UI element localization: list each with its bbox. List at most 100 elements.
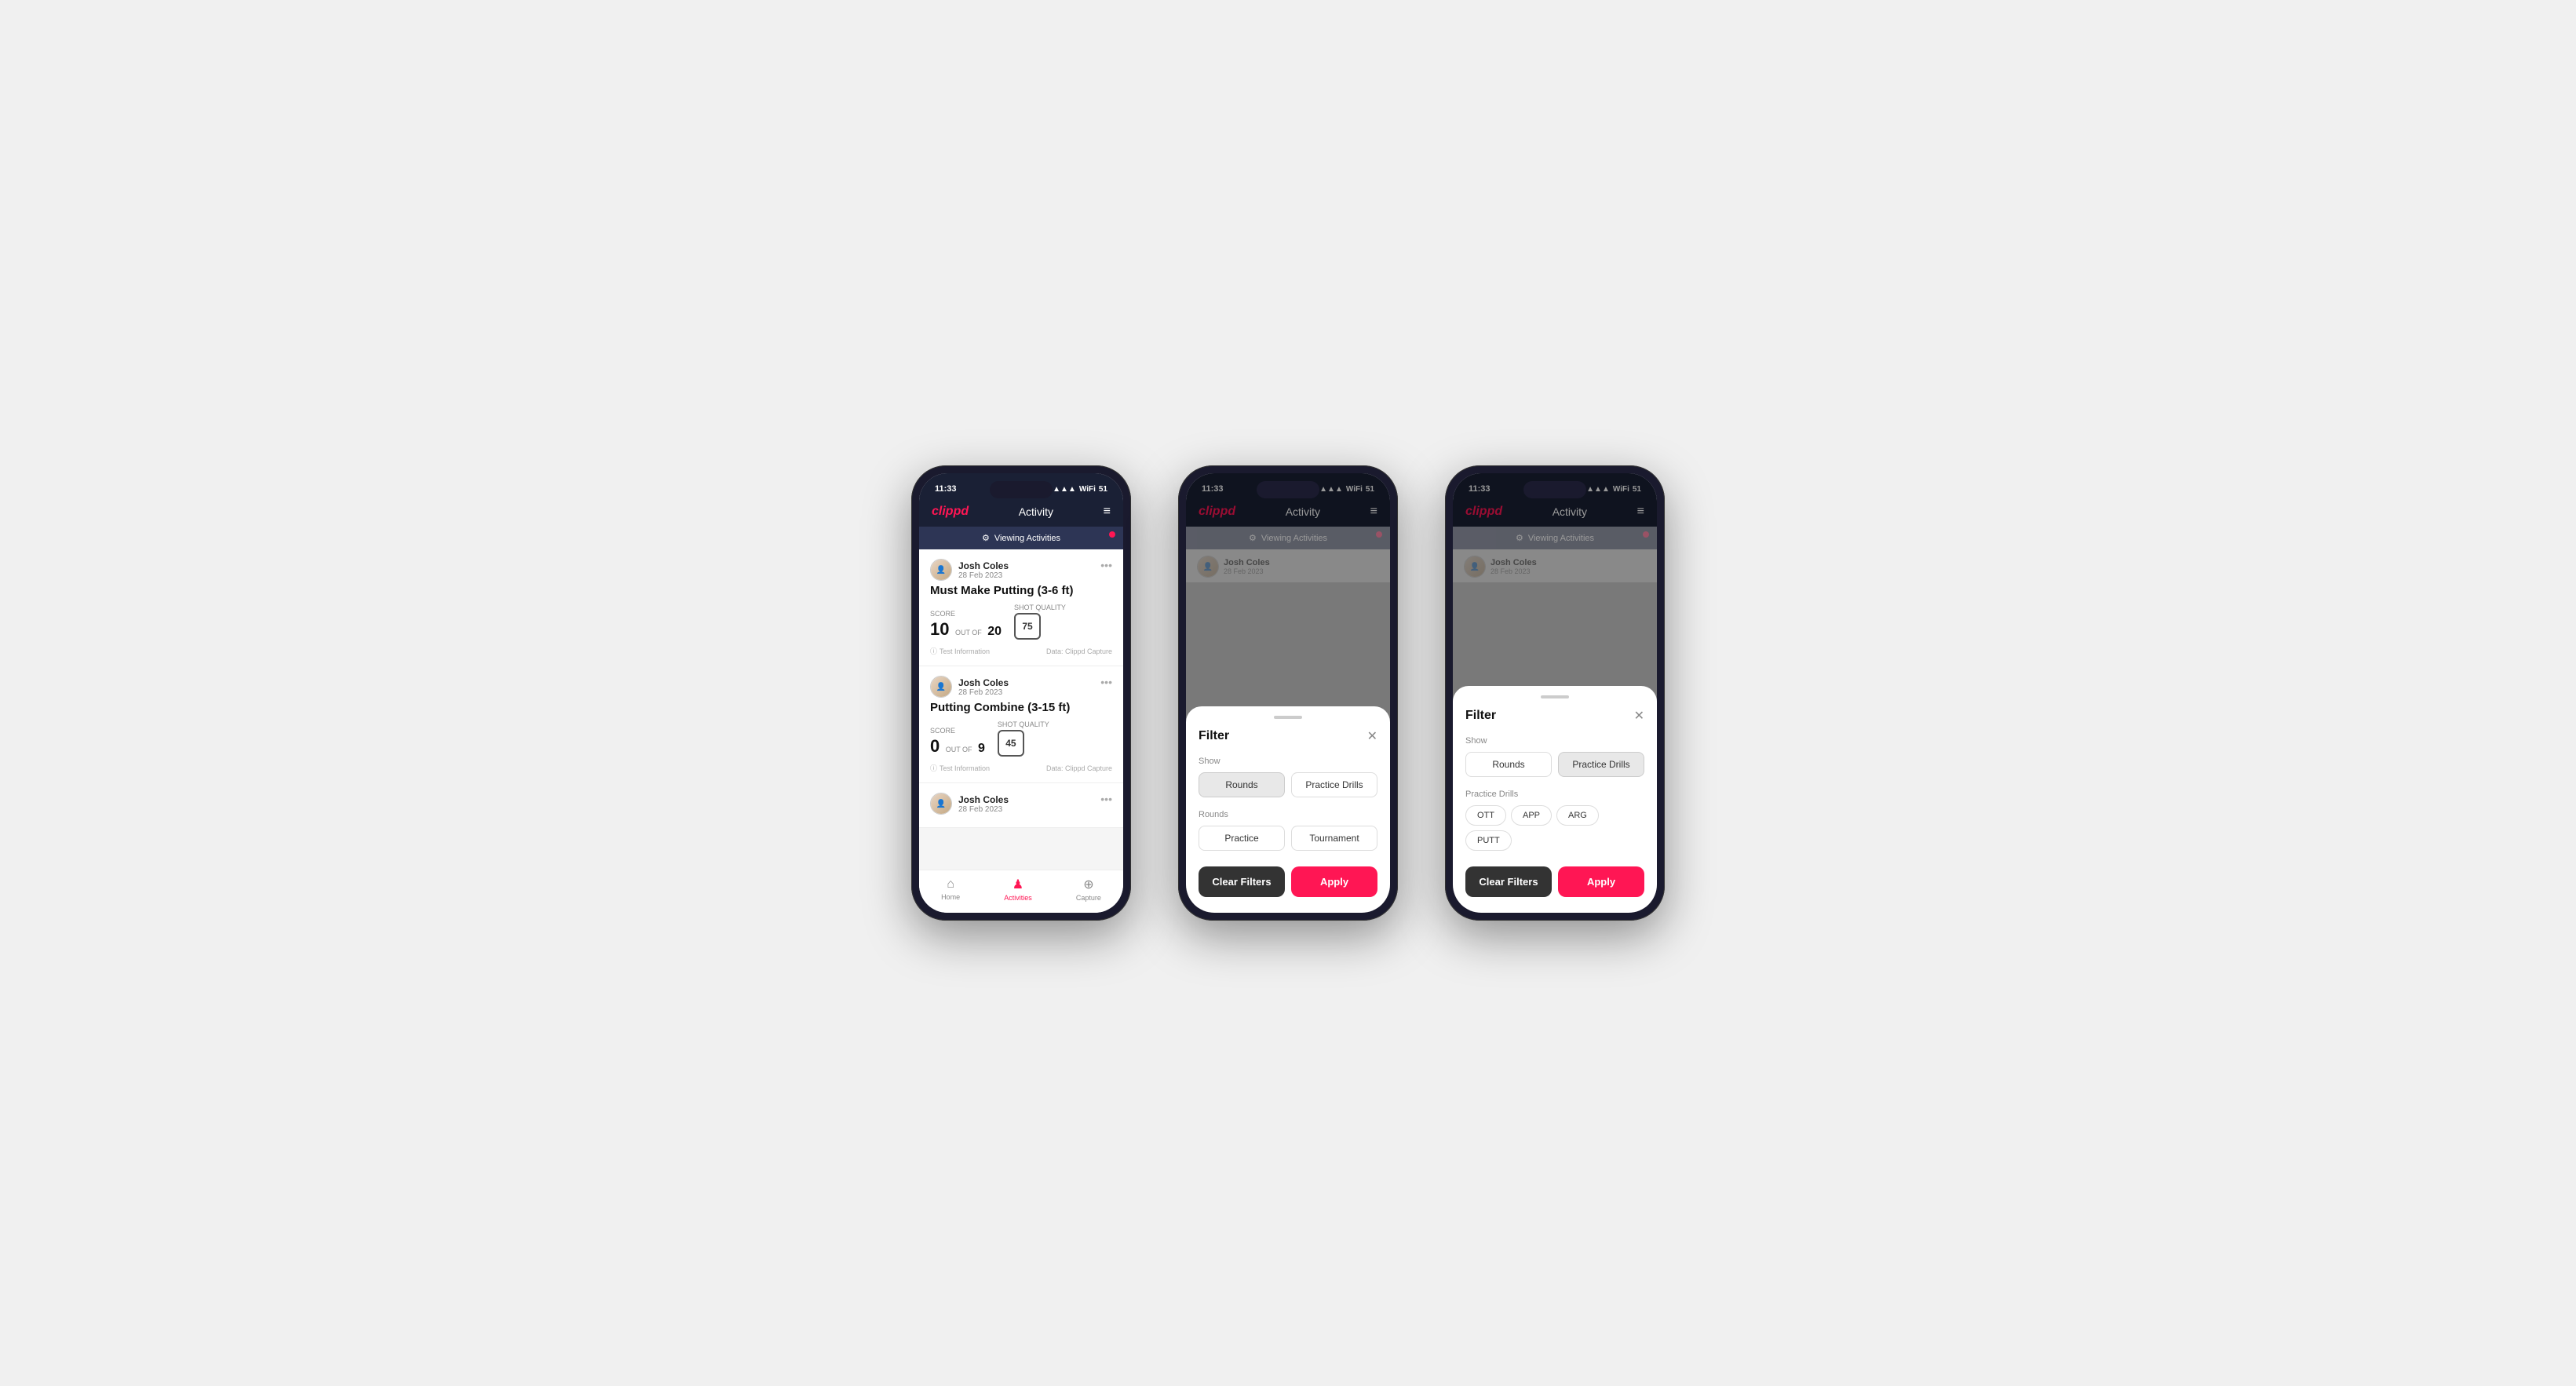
filter-actions-2: Clear Filters Apply xyxy=(1199,866,1377,897)
quality-label-2: Shot Quality xyxy=(998,720,1049,728)
practice-drills-btn-3[interactable]: Practice Drills xyxy=(1558,752,1644,777)
dynamic-island xyxy=(990,481,1053,498)
home-label: Home xyxy=(941,893,960,901)
activity-card-1: 👤 Josh Coles 28 Feb 2023 ••• Must Make P… xyxy=(919,549,1123,666)
activity-card-3: 👤 Josh Coles 28 Feb 2023 ••• xyxy=(919,783,1123,828)
apply-btn-2[interactable]: Apply xyxy=(1291,866,1377,897)
rounds-label-2: Rounds xyxy=(1199,810,1377,819)
info-icon-1: ⓘ xyxy=(930,646,937,656)
phone-2: 11:33 ▲▲▲ WiFi 51 clippd Activity ≡ ⚙ Vi… xyxy=(1178,465,1398,921)
activities-list: 👤 Josh Coles 28 Feb 2023 ••• Must Make P… xyxy=(919,549,1123,870)
outof-1: OUT OF xyxy=(955,629,982,636)
info-icon-2: ⓘ xyxy=(930,763,937,773)
nav-capture[interactable]: ⊕ Capture xyxy=(1076,877,1101,902)
rounds-btn-3[interactable]: Rounds xyxy=(1465,752,1552,777)
score-label-1: Score xyxy=(930,610,1002,618)
quality-badge-1: 75 xyxy=(1014,613,1041,640)
data-source-1: Data: Clippd Capture xyxy=(1046,647,1112,655)
battery-icon: 51 xyxy=(1099,485,1107,494)
user-name-2: Josh Coles xyxy=(958,677,1009,688)
phone-3: 11:33 ▲▲▲ WiFi 51 clippd Activity ≡ ⚙ Vi… xyxy=(1445,465,1665,921)
user-name-1: Josh Coles xyxy=(958,560,1009,571)
app-btn[interactable]: APP xyxy=(1511,805,1552,826)
avatar-inner-1: 👤 xyxy=(931,560,951,580)
user-info-1: 👤 Josh Coles 28 Feb 2023 xyxy=(930,559,1009,581)
menu-icon-1[interactable]: ≡ xyxy=(1104,505,1111,519)
user-date-3: 28 Feb 2023 xyxy=(958,805,1009,814)
filter-overlay-2: Filter ✕ Show Rounds Practice Drills Rou… xyxy=(1186,473,1390,913)
shots-value-1: 20 xyxy=(987,625,1002,638)
clear-filters-btn-2[interactable]: Clear Filters xyxy=(1199,866,1285,897)
putt-btn[interactable]: PUTT xyxy=(1465,830,1512,851)
footer-text-1: Test Information xyxy=(940,647,990,655)
stats-row-1: Score 10 OUT OF 20 Shot Quality 75 xyxy=(930,604,1112,640)
avatar-2: 👤 xyxy=(930,676,952,698)
viewing-bar-1[interactable]: ⚙ Viewing Activities xyxy=(919,527,1123,549)
clear-filters-btn-3[interactable]: Clear Filters xyxy=(1465,866,1552,897)
avatar-1: 👤 xyxy=(930,559,952,581)
show-buttons-2: Rounds Practice Drills xyxy=(1199,772,1377,797)
more-icon-2[interactable]: ••• xyxy=(1100,676,1112,688)
ott-btn[interactable]: OTT xyxy=(1465,805,1506,826)
more-icon-3[interactable]: ••• xyxy=(1100,793,1112,805)
tournament-btn-2[interactable]: Tournament xyxy=(1291,826,1377,851)
phone-1: 11:33 ▲▲▲ WiFi 51 clippd Activity ≡ ⚙ Vi… xyxy=(911,465,1131,921)
activity-card-2: 👤 Josh Coles 28 Feb 2023 ••• Putting Com… xyxy=(919,666,1123,783)
card-footer-1: ⓘ Test Information Data: Clippd Capture xyxy=(930,646,1112,656)
logo-1: clippd xyxy=(932,505,969,519)
close-filter-2[interactable]: ✕ xyxy=(1367,728,1377,744)
footer-text-2: Test Information xyxy=(940,764,990,772)
rounds-buttons-2: Practice Tournament xyxy=(1199,826,1377,851)
nav-home[interactable]: ⌂ Home xyxy=(941,877,960,901)
wifi-icon: WiFi xyxy=(1079,485,1096,494)
score-value-1: 10 xyxy=(930,619,949,639)
phones-container: 11:33 ▲▲▲ WiFi 51 clippd Activity ≡ ⚙ Vi… xyxy=(911,465,1665,921)
avatar-3: 👤 xyxy=(930,793,952,815)
activity-title-2: Putting Combine (3-15 ft) xyxy=(930,701,1112,714)
quality-badge-2: 45 xyxy=(998,730,1024,757)
show-buttons-3: Rounds Practice Drills xyxy=(1465,752,1644,777)
filter-sheet-2: Filter ✕ Show Rounds Practice Drills Rou… xyxy=(1186,706,1390,913)
score-value-2: 0 xyxy=(930,736,940,756)
status-icons-1: ▲▲▲ WiFi 51 xyxy=(1053,485,1107,494)
drill-pills-3: OTT APP ARG PUTT xyxy=(1465,805,1644,851)
rounds-btn-2[interactable]: Rounds xyxy=(1199,772,1285,797)
user-date-2: 28 Feb 2023 xyxy=(958,688,1009,697)
practice-btn-2[interactable]: Practice xyxy=(1199,826,1285,851)
filter-sheet-3: Filter ✕ Show Rounds Practice Drills Pra… xyxy=(1453,686,1657,913)
filter-title-3: Filter xyxy=(1465,709,1496,723)
drills-label-3: Practice Drills xyxy=(1465,790,1644,799)
filter-title-2: Filter xyxy=(1199,729,1229,743)
activities-label: Activities xyxy=(1004,894,1032,902)
filter-overlay-3: Filter ✕ Show Rounds Practice Drills Pra… xyxy=(1453,473,1657,913)
user-info-2: 👤 Josh Coles 28 Feb 2023 xyxy=(930,676,1009,698)
nav-title-1: Activity xyxy=(1019,505,1053,518)
activity-title-1: Must Make Putting (3-6 ft) xyxy=(930,584,1112,597)
settings-icon-1: ⚙ xyxy=(982,533,990,543)
home-icon: ⌂ xyxy=(947,877,954,892)
bottom-nav-1: ⌂ Home ♟ Activities ⊕ Capture xyxy=(919,870,1123,913)
capture-label: Capture xyxy=(1076,894,1101,902)
apply-btn-3[interactable]: Apply xyxy=(1558,866,1644,897)
user-date-1: 28 Feb 2023 xyxy=(958,571,1009,580)
nav-activities[interactable]: ♟ Activities xyxy=(1004,877,1032,902)
dynamic-island-3 xyxy=(1523,481,1586,498)
filter-header-2: Filter ✕ xyxy=(1199,728,1377,744)
user-info-3: 👤 Josh Coles 28 Feb 2023 xyxy=(930,793,1009,815)
quality-label-1: Shot Quality xyxy=(1014,604,1066,611)
arg-btn[interactable]: ARG xyxy=(1556,805,1599,826)
filter-actions-3: Clear Filters Apply xyxy=(1465,866,1644,897)
more-icon-1[interactable]: ••• xyxy=(1100,559,1112,571)
shots-value-2: 9 xyxy=(978,742,985,755)
user-name-3: Josh Coles xyxy=(958,794,1009,805)
score-label-2: Score xyxy=(930,727,985,735)
close-filter-3[interactable]: ✕ xyxy=(1634,708,1644,724)
sheet-handle-2 xyxy=(1274,716,1302,719)
sheet-handle-3 xyxy=(1541,695,1569,698)
capture-icon: ⊕ xyxy=(1083,877,1093,892)
activities-icon: ♟ xyxy=(1013,877,1023,892)
filter-header-3: Filter ✕ xyxy=(1465,708,1644,724)
stats-row-2: Score 0 OUT OF 9 Shot Quality 45 xyxy=(930,720,1112,757)
practice-drills-btn-2[interactable]: Practice Drills xyxy=(1291,772,1377,797)
viewing-label-1: Viewing Activities xyxy=(994,534,1060,543)
